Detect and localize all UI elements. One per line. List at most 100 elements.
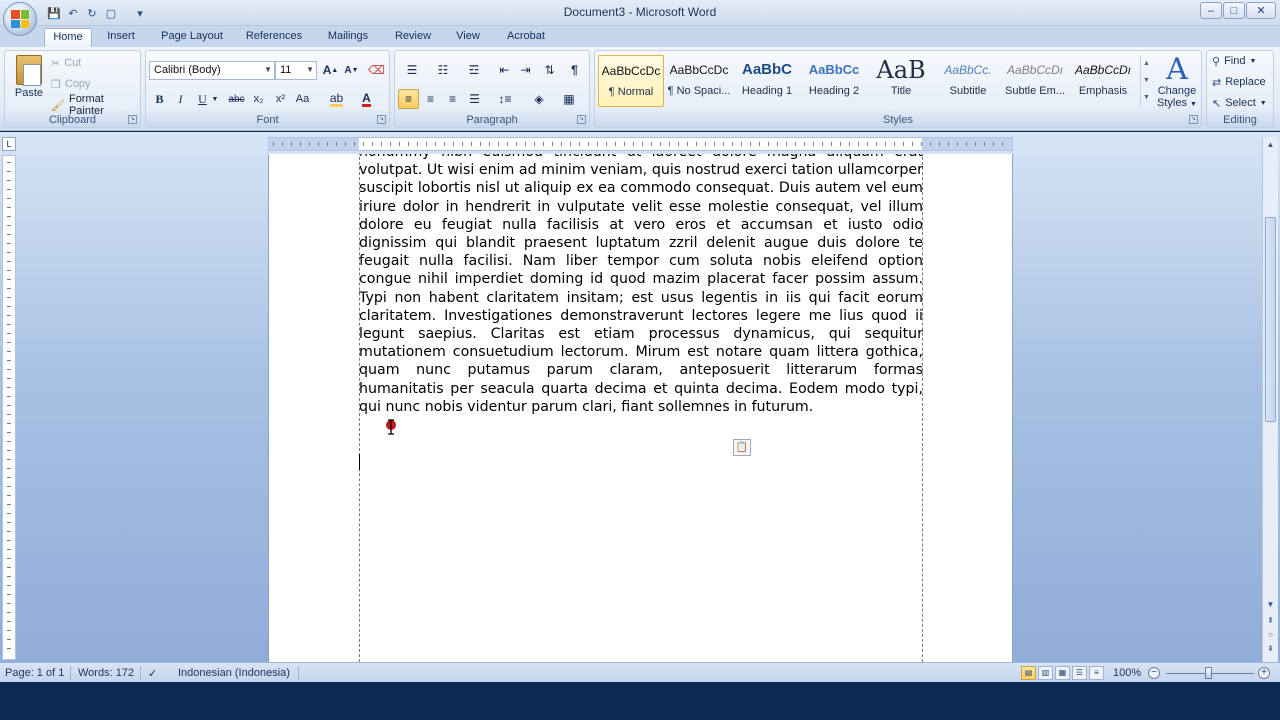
line-spacing-button[interactable]: ↕≡ xyxy=(491,89,519,109)
print-layout-view-button[interactable]: ▤ xyxy=(1021,666,1036,680)
select-label: Select xyxy=(1225,97,1256,109)
style-no-spacing[interactable]: AaBbCcDc ¶ No Spaci... xyxy=(666,55,732,107)
browse-object-button[interactable]: ○ xyxy=(1265,629,1276,641)
scrollbar-thumb[interactable] xyxy=(1265,217,1276,422)
vertical-scrollbar[interactable]: ▲ ▼ ⇞ ○ ⇟ xyxy=(1262,137,1278,662)
page-count[interactable]: Page: 1 of 1 xyxy=(5,667,64,679)
style-emphasis[interactable]: AaBbCcDı Emphasis xyxy=(1070,55,1136,107)
scroll-up-icon[interactable]: ▲ xyxy=(1141,55,1152,72)
ruler-tick xyxy=(7,288,11,289)
font-color-button[interactable]: A xyxy=(356,89,377,109)
shading-button[interactable]: ◈ xyxy=(525,89,553,109)
clipboard-launcher-icon[interactable]: ↘ xyxy=(128,115,137,124)
subscript-button[interactable]: x₂ xyxy=(248,89,269,109)
draft-view-button[interactable]: ≡ xyxy=(1089,666,1104,680)
horizontal-ruler[interactable] xyxy=(268,137,1013,151)
change-styles-button[interactable]: A Change Styles ▼ xyxy=(1156,55,1198,110)
paste-options-button[interactable]: 📋 xyxy=(733,439,751,456)
more-styles-icon[interactable]: ▼ xyxy=(1141,89,1152,106)
increase-indent-button[interactable]: ⇥ xyxy=(515,60,536,80)
replace-button[interactable]: ⇄ Replace xyxy=(1212,73,1266,91)
scroll-down-icon[interactable]: ▼ xyxy=(1141,72,1152,89)
style-title[interactable]: AaB Title xyxy=(868,55,934,107)
numbering-button[interactable]: ☷ xyxy=(429,60,457,80)
ruler-tick xyxy=(948,142,949,146)
language-indicator[interactable]: Indonesian (Indonesia) xyxy=(178,667,290,679)
align-left-button[interactable]: ≡ xyxy=(398,89,419,109)
font-size-combo[interactable]: 11 ▼ xyxy=(275,61,317,80)
tab-acrobat[interactable]: Acrobat xyxy=(500,28,552,47)
tab-home[interactable]: Home xyxy=(44,28,92,47)
paste-button[interactable]: Paste xyxy=(11,55,47,99)
style-subtitle[interactable]: AaBbCc. Subtitle xyxy=(935,55,1001,107)
cut-button[interactable]: ✂ Cut xyxy=(51,54,81,72)
shrink-font-button[interactable]: A ▼ xyxy=(341,60,362,80)
document-body-text[interactable]: nonummy nibh euismod tincidunt ut laoree… xyxy=(359,154,923,416)
tab-review[interactable]: Review xyxy=(388,28,438,47)
scroll-up-button[interactable]: ▲ xyxy=(1265,139,1276,151)
borders-button[interactable]: ▦ xyxy=(555,89,583,109)
multilevel-list-button[interactable]: ☲ xyxy=(460,60,488,80)
minimize-button[interactable]: – xyxy=(1200,2,1222,19)
bullets-button[interactable]: ☰ xyxy=(398,60,426,80)
ruler-tick xyxy=(354,142,355,146)
close-button[interactable]: ✕ xyxy=(1246,2,1276,19)
font-launcher-icon[interactable]: ↘ xyxy=(377,115,386,124)
ruler-tick xyxy=(732,142,733,146)
style-heading-1[interactable]: AaBbC Heading 1 xyxy=(734,55,800,107)
select-button[interactable]: ↖ Select ▼ xyxy=(1212,94,1267,112)
paragraph-launcher-icon[interactable]: ↘ xyxy=(577,115,586,124)
previous-page-button[interactable]: ⇞ xyxy=(1265,615,1276,627)
web-layout-button[interactable]: ▦ xyxy=(1055,666,1070,680)
grow-font-icon: A xyxy=(322,63,332,77)
align-center-button[interactable]: ≡ xyxy=(420,89,441,109)
full-screen-reading-button[interactable]: ▥ xyxy=(1038,666,1053,680)
zoom-level[interactable]: 100% xyxy=(1113,667,1141,679)
italic-button[interactable]: I xyxy=(170,89,191,109)
document-page[interactable]: nonummy nibh euismod tincidunt ut laoree… xyxy=(268,154,1013,662)
format-painter-button[interactable]: 🖌 Format Painter xyxy=(51,93,140,117)
tab-mailings[interactable]: Mailings xyxy=(318,28,378,47)
grow-font-button[interactable]: A ▲ xyxy=(320,60,341,80)
styles-launcher-icon[interactable]: ↘ xyxy=(1189,115,1198,124)
change-case-button[interactable]: Aa xyxy=(292,89,313,109)
align-right-button[interactable]: ≡ xyxy=(442,89,463,109)
highlight-button[interactable]: ab xyxy=(326,89,347,109)
decrease-indent-button[interactable]: ⇤ xyxy=(494,60,515,80)
zoom-slider-thumb[interactable] xyxy=(1205,667,1212,679)
clear-formatting-button[interactable]: ⌫ xyxy=(366,60,387,80)
zoom-out-button[interactable]: − xyxy=(1148,667,1160,679)
maximize-button[interactable]: □ xyxy=(1223,2,1245,19)
vertical-ruler[interactable] xyxy=(2,155,16,660)
show-hide-button[interactable]: ¶ xyxy=(564,60,585,80)
zoom-in-button[interactable]: + xyxy=(1258,667,1270,679)
tab-view[interactable]: View xyxy=(448,28,488,47)
next-page-button[interactable]: ⇟ xyxy=(1265,643,1276,655)
office-button[interactable] xyxy=(3,2,37,36)
copy-button[interactable]: ❐ Copy xyxy=(51,75,91,93)
style-subtle-emphasis[interactable]: AaBbCcDı Subtle Em... xyxy=(1002,55,1068,107)
ruler-tick xyxy=(453,142,454,146)
proofing-icon[interactable]: ✓ xyxy=(148,667,157,680)
word-count[interactable]: Words: 172 xyxy=(78,667,134,679)
style-heading-2[interactable]: AaBbCc Heading 2 xyxy=(801,55,867,107)
superscript-button[interactable]: x² xyxy=(270,89,291,109)
font-name-combo[interactable]: Calibri (Body) ▼ xyxy=(149,61,275,80)
tab-selector-button[interactable]: L xyxy=(2,137,16,151)
outline-view-button[interactable]: ☰ xyxy=(1072,666,1087,680)
sort-button[interactable]: ⇅ xyxy=(539,60,560,80)
style-normal[interactable]: AaBbCcDc ¶ Normal xyxy=(598,55,664,107)
ruler-tick xyxy=(7,252,11,253)
justify-button[interactable]: ☰ xyxy=(464,89,485,109)
find-button[interactable]: ⚲ Find ▼ xyxy=(1212,52,1256,70)
tab-references[interactable]: References xyxy=(240,28,308,47)
ruler-tick xyxy=(867,142,868,146)
strikethrough-button[interactable]: abc xyxy=(226,89,247,109)
ruler-tick xyxy=(417,142,418,146)
tab-insert[interactable]: Insert xyxy=(98,28,144,47)
bold-button[interactable]: B xyxy=(149,89,170,109)
scroll-down-button[interactable]: ▼ xyxy=(1265,599,1276,611)
tab-page-layout[interactable]: Page Layout xyxy=(154,28,230,47)
ruler-tick xyxy=(7,351,11,352)
chevron-down-icon[interactable]: ▼ xyxy=(210,89,220,109)
